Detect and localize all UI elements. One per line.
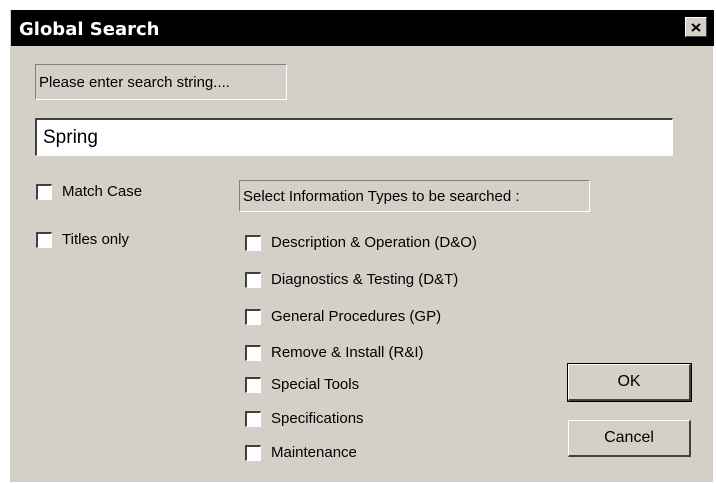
info-type-option[interactable]: Maintenance (245, 444, 357, 461)
info-type-option[interactable]: Special Tools (245, 376, 359, 393)
info-type-label: General Procedures (GP) (271, 308, 442, 325)
info-type-option[interactable]: Description & Operation (D&O) (245, 234, 477, 251)
close-button[interactable] (685, 17, 707, 37)
titles-only-label: Titles only (62, 231, 129, 248)
info-types-label: Select Information Types to be searched … (239, 180, 590, 212)
titles-only-option[interactable]: Titles only (36, 231, 129, 248)
search-prompt-label: Please enter search string.... (35, 64, 287, 100)
info-type-label: Description & Operation (D&O) (271, 234, 477, 251)
info-type-label: Special Tools (271, 376, 360, 393)
info-type-checkbox[interactable] (245, 376, 261, 393)
match-case-option[interactable]: Match Case (36, 183, 142, 200)
search-input[interactable] (35, 118, 673, 156)
info-type-option[interactable]: General Procedures (GP) (245, 308, 441, 325)
match-case-label: Match Case (62, 183, 143, 200)
info-type-checkbox[interactable] (245, 344, 261, 361)
titles-only-checkbox[interactable] (36, 231, 52, 248)
info-type-label: Specifications (271, 410, 364, 427)
info-type-label: Maintenance (271, 444, 357, 461)
global-search-dialog: Global Search Please enter search string… (10, 10, 714, 482)
info-type-option[interactable]: Remove & Install (R&I) (245, 344, 424, 361)
info-type-option[interactable]: Specifications (245, 410, 364, 427)
info-type-option[interactable]: Diagnostics & Testing (D&T) (245, 271, 458, 288)
window-title: Global Search (19, 19, 160, 40)
info-type-label: Diagnostics & Testing (D&T) (271, 271, 459, 288)
ok-button[interactable]: OK (567, 363, 692, 402)
cancel-button[interactable]: Cancel (568, 420, 691, 457)
match-case-checkbox[interactable] (36, 183, 52, 200)
info-type-checkbox[interactable] (245, 410, 261, 427)
title-bar: Global Search (11, 10, 714, 46)
info-type-checkbox[interactable] (245, 444, 261, 461)
info-type-checkbox[interactable] (245, 234, 261, 251)
info-type-label: Remove & Install (R&I) (271, 344, 424, 361)
info-type-checkbox[interactable] (245, 271, 261, 288)
info-type-checkbox[interactable] (245, 308, 261, 325)
close-icon (691, 22, 701, 32)
